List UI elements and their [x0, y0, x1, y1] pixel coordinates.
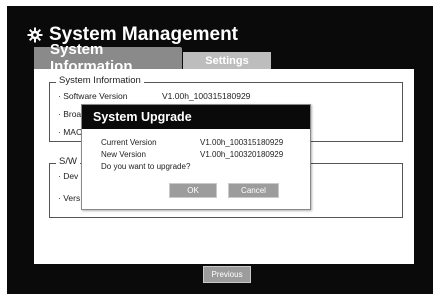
button-label: Cancel: [241, 186, 266, 195]
current-version-row: Current Version V1.00h_100315180929: [101, 138, 283, 147]
upgrade-question: Do you want to upgrade?: [101, 162, 190, 171]
row-label: · MAC: [58, 127, 83, 137]
gear-icon: [27, 27, 43, 43]
info-row-mac: · MAC: [58, 127, 82, 137]
button-label: Previous: [211, 270, 243, 279]
new-version-label: New Version: [101, 150, 146, 159]
question-text: Do you want to upgrade?: [101, 162, 191, 171]
info-row-software-version: · Software Version V1.00h_100315180929: [58, 91, 250, 101]
row-label: · Vers: [58, 193, 81, 203]
new-version-row: New Version V1.00h_100320180929: [101, 150, 283, 159]
row-label: · Broa: [58, 109, 82, 119]
ok-button[interactable]: OK: [169, 183, 217, 198]
tab-system-information[interactable]: System Information: [34, 41, 182, 75]
row-value: V1.00h_100315180929: [162, 91, 251, 101]
current-version-value: V1.00h_100315180929: [200, 138, 284, 147]
cancel-button[interactable]: Cancel: [228, 183, 279, 198]
dialog-title: System Upgrade: [82, 105, 310, 129]
tab-settings[interactable]: Settings: [183, 52, 271, 69]
group-legend: System Information: [56, 75, 144, 86]
sw-row-device: · Dev: [58, 171, 78, 181]
previous-button[interactable]: Previous: [203, 266, 251, 283]
current-version-label: Current Version: [101, 138, 157, 147]
new-version-value: V1.00h_100320180929: [200, 150, 284, 159]
row-label: · Software Version: [58, 91, 128, 101]
sw-row-version: · Vers: [58, 193, 80, 203]
info-row-broadcast: · Broa: [58, 109, 81, 119]
row-label: · Dev: [58, 171, 79, 181]
dialog-title-text: System Upgrade: [93, 110, 192, 124]
button-label: OK: [187, 186, 199, 195]
system-upgrade-dialog: System Upgrade Current Version V1.00h_10…: [81, 104, 311, 210]
group-legend: S/W: [56, 156, 80, 167]
tab-label: Settings: [205, 54, 249, 67]
